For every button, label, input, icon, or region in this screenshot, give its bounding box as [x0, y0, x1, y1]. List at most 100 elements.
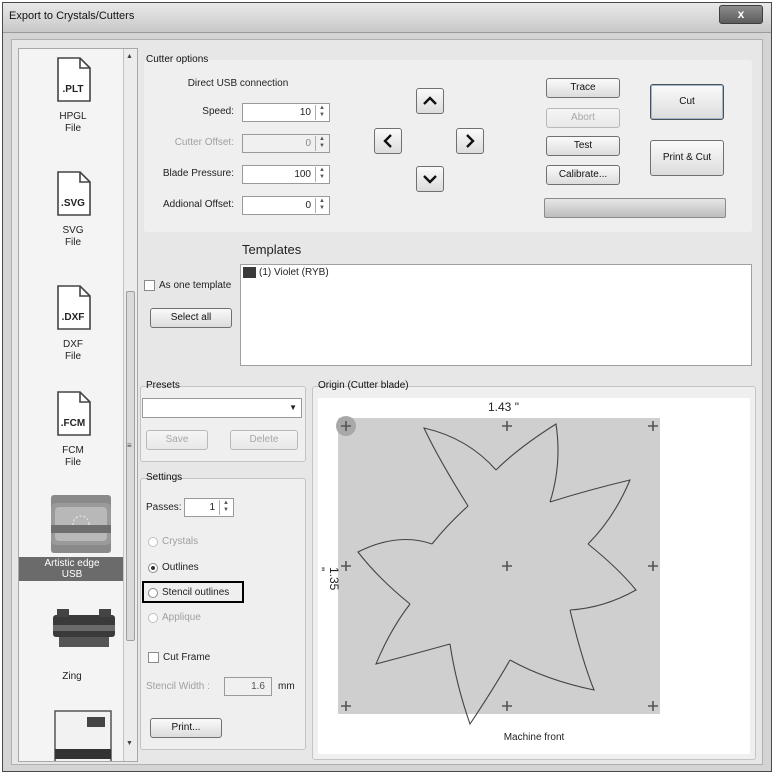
templates-title: Templates — [242, 242, 302, 257]
svg-ext: .SVG — [61, 198, 85, 209]
test-button[interactable]: Test — [546, 136, 620, 156]
passes-input[interactable]: 1 ▲ ▼ — [184, 498, 234, 517]
delete-preset-button: Delete — [230, 430, 298, 450]
cut-progress-bar — [544, 198, 726, 218]
fcm-ext: .FCM — [60, 418, 86, 429]
as-one-template-checkbox[interactable]: As one template — [144, 280, 231, 291]
blade-pressure-input[interactable]: 100 ▲ ▼ — [242, 165, 330, 184]
cut-frame-label: Cut Frame — [163, 652, 211, 663]
stencil-width-label: Stencil Width : — [146, 681, 210, 692]
stencil-width-input: 1.6 — [224, 677, 272, 696]
speed-label: Speed: — [202, 106, 234, 117]
template-item[interactable]: (1) Violet (RYB) — [243, 267, 329, 278]
export-dialog: Export to Crystals/Cutters x .PLT HPGL Fi… — [2, 2, 772, 772]
format-item-dxf[interactable]: .DXF DXF File — [25, 285, 121, 363]
speed-input[interactable]: 10 ▲ ▼ — [242, 103, 330, 122]
zing-label: Zing — [62, 671, 82, 682]
cut-button[interactable]: Cut — [650, 84, 724, 120]
origin-title: Origin (Cutter blade) — [318, 380, 409, 391]
device-item-zing[interactable]: Zing — [19, 605, 125, 685]
mode-outlines-radio[interactable]: Outlines — [148, 562, 199, 573]
passes-label: Passes: — [146, 502, 182, 513]
zing-device-icon — [53, 605, 115, 655]
svg-label: SVG File — [62, 225, 84, 248]
calibrate-button[interactable]: Calibrate... — [546, 165, 620, 185]
template-item-label: (1) Violet (RYB) — [259, 267, 329, 278]
machine-front-label: Machine front — [503, 732, 565, 743]
blade-pressure-label: Blade Pressure: — [162, 168, 234, 179]
format-item-fcm[interactable]: .FCM FCM File — [25, 391, 121, 469]
width-dimension: 1.43 " — [488, 400, 519, 414]
dropdown-arrow-icon: ▼ — [289, 403, 297, 412]
print-button[interactable]: Print... — [150, 718, 222, 738]
cutter-offset-label: Cutter Offset: — [174, 137, 234, 148]
format-item-svg[interactable]: .SVG SVG File — [25, 171, 121, 249]
chevron-up-icon — [423, 96, 437, 105]
checkbox-box — [144, 280, 155, 291]
plt-file-icon: .PLT — [52, 57, 94, 103]
close-button[interactable]: x — [719, 5, 763, 24]
plt-ext: .PLT — [62, 84, 84, 95]
radio-dot — [148, 612, 158, 623]
additional-offset-input[interactable]: 0 ▲ ▼ — [242, 196, 330, 215]
device-item-artistic-edge[interactable]: Artistic edge USB — [19, 495, 125, 585]
passes-spinner[interactable]: ▲ ▼ — [219, 500, 232, 515]
chevron-left-icon — [383, 134, 392, 148]
cut-frame-checkbox[interactable]: Cut Frame — [148, 652, 210, 663]
move-up-button[interactable] — [416, 88, 444, 114]
blade-pressure-spinner[interactable]: ▲ ▼ — [315, 167, 328, 182]
origin-canvas[interactable]: 1.43 " 1.35 " Machine front — [313, 398, 750, 754]
additional-offset-spinner[interactable]: ▲ ▼ — [315, 198, 328, 213]
cutter-options-title: Cutter options — [146, 54, 209, 65]
abort-button: Abort — [546, 108, 620, 128]
presets-title: Presets — [146, 380, 180, 391]
stencil-width-unit: mm — [278, 681, 295, 692]
template-color-swatch — [243, 267, 256, 278]
radio-dot — [148, 536, 158, 547]
window-title: Export to Crystals/Cutters — [9, 10, 135, 22]
printer-device-icon[interactable] — [53, 709, 115, 761]
presets-dropdown[interactable]: ▼ — [142, 398, 302, 418]
mode-applique-radio: Applique — [148, 612, 201, 623]
fcm-label: FCM File — [62, 445, 84, 468]
additional-offset-label: Addional Offset: — [163, 199, 234, 210]
dxf-ext: .DXF — [61, 312, 85, 323]
format-list-scrollbar[interactable]: ▲ ≡ ▼ — [123, 49, 137, 761]
format-item-plt[interactable]: .PLT HPGL File — [25, 57, 121, 135]
scroll-down-arrow-icon[interactable]: ▼ — [126, 740, 133, 747]
trace-button[interactable]: Trace — [546, 78, 620, 98]
material-area — [338, 418, 660, 714]
cutter-offset-input: 0 ▲ ▼ — [242, 134, 330, 153]
scroll-up-arrow-icon[interactable]: ▲ — [126, 53, 133, 60]
dxf-label: DXF File — [63, 339, 83, 362]
settings-title: Settings — [146, 472, 183, 483]
cut-preview — [336, 416, 660, 726]
chevron-down-icon — [423, 175, 437, 184]
artistic-edge-label: Artistic edge USB — [19, 557, 125, 581]
move-left-button[interactable] — [374, 128, 402, 154]
dialog-client: .PLT HPGL File .SVG SVG File .DXF DXF Fi… — [11, 39, 763, 765]
print-and-cut-button[interactable]: Print & Cut — [650, 140, 724, 176]
dxf-file-icon: .DXF — [52, 285, 94, 331]
plt-label: HPGL File — [59, 111, 87, 134]
speed-spinner[interactable]: ▲ ▼ — [315, 105, 328, 120]
scroll-grip-icon: ≡ — [127, 441, 132, 450]
scroll-thumb[interactable] — [126, 291, 135, 641]
export-format-list: .PLT HPGL File .SVG SVG File .DXF DXF Fi… — [18, 48, 138, 762]
mode-stencil-outlines-radio[interactable]: Stencil outlines — [148, 587, 229, 598]
artistic-edge-device-icon — [51, 495, 111, 553]
as-one-template-label: As one template — [159, 280, 232, 291]
select-all-button[interactable]: Select all — [150, 308, 232, 328]
templates-list[interactable]: (1) Violet (RYB) — [240, 264, 752, 366]
svg-file-icon: .SVG — [52, 171, 94, 217]
chevron-right-icon — [466, 134, 475, 148]
fcm-file-icon: .FCM — [52, 391, 94, 437]
height-dimension: 1.35 " — [313, 567, 341, 591]
save-preset-button: Save — [146, 430, 208, 450]
connection-label: Direct USB connection — [187, 78, 289, 89]
move-right-button[interactable] — [456, 128, 484, 154]
mode-crystals-radio: Crystals — [148, 536, 198, 547]
title-bar: Export to Crystals/Cutters x — [3, 3, 771, 33]
radio-dot-selected — [148, 562, 158, 573]
move-down-button[interactable] — [416, 166, 444, 192]
